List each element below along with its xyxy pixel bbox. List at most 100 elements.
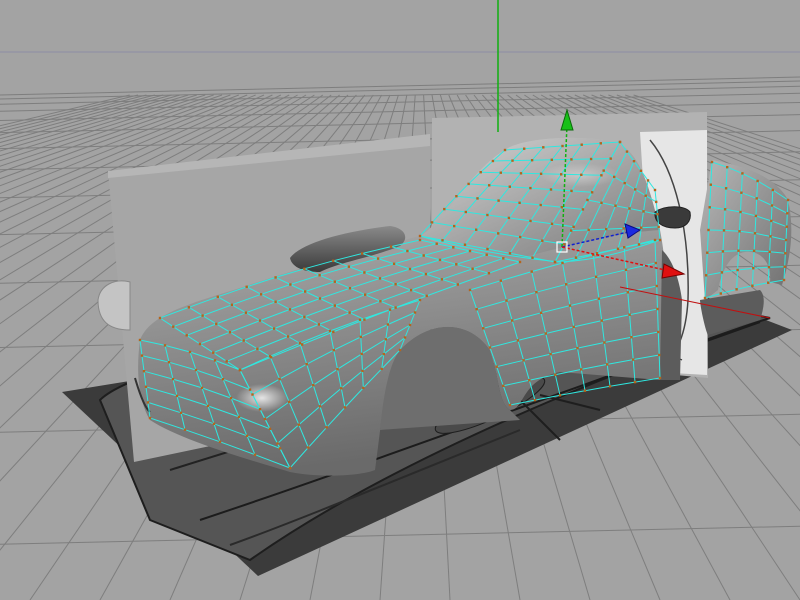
mesh-vertex (185, 334, 188, 337)
mesh-vertex (752, 249, 756, 252)
mesh-vertex (288, 400, 291, 404)
grid-line (0, 525, 800, 545)
mesh-vertex (216, 295, 219, 298)
mesh-vertex (218, 440, 222, 443)
mesh-vertex (539, 172, 543, 175)
mesh-vertex (332, 259, 335, 262)
mesh-vertex (518, 260, 522, 264)
grid-line (0, 76, 800, 96)
mesh-vertex (770, 204, 774, 207)
mesh-vertex (580, 173, 583, 176)
mesh-vertex (769, 235, 772, 238)
mesh-vertex (361, 369, 364, 373)
mesh-vertex (384, 338, 387, 341)
mesh-vertex (770, 219, 773, 223)
mesh-vertex (237, 415, 241, 419)
mesh-vertex (148, 416, 152, 420)
mesh-vertex (708, 206, 711, 209)
mesh-vertex (378, 277, 382, 280)
mesh-vertex (751, 284, 754, 287)
mesh-vertex (508, 252, 512, 255)
mesh-vertex (394, 283, 397, 286)
mesh-vertex (539, 203, 542, 207)
mesh-vertex (333, 304, 336, 307)
mesh-vertex (707, 228, 710, 232)
mesh-vertex (785, 225, 788, 228)
mesh-vertex (268, 355, 272, 358)
mesh-vertex (348, 287, 352, 290)
mesh-vertex (144, 385, 148, 388)
mesh-vertex (771, 188, 774, 192)
mesh-vertex (278, 377, 281, 381)
mesh-vertex (206, 404, 210, 408)
mesh-vertex (581, 208, 585, 211)
mesh-vertex (752, 267, 755, 270)
mesh-vertex (140, 354, 144, 357)
mesh-vertex (238, 368, 242, 372)
mesh-vertex (409, 288, 413, 292)
mesh-vertex (502, 257, 505, 260)
mesh-vertex (343, 406, 347, 409)
mesh-vertex (413, 311, 417, 314)
mesh-vertex (655, 284, 658, 288)
mesh-vertex (441, 239, 444, 242)
mesh-vertex (529, 219, 532, 223)
mesh-vertex (258, 319, 262, 322)
mesh-vertex (259, 293, 263, 296)
mesh-vertex (637, 243, 641, 246)
mesh-vertex (656, 213, 659, 216)
mesh-vertex (603, 341, 606, 344)
mesh-vertex (388, 308, 392, 311)
mesh-vertex (644, 194, 647, 197)
mesh-vertex (710, 160, 714, 164)
mesh-vertex (739, 210, 742, 214)
mesh-vertex (595, 252, 599, 255)
mesh-vertex (561, 144, 564, 148)
mesh-vertex (403, 336, 407, 339)
mesh-vertex (272, 327, 276, 330)
mesh-vertex (741, 172, 744, 175)
mesh-vertex (305, 363, 308, 366)
3d-viewport[interactable] (0, 0, 800, 600)
mesh-vertex (550, 158, 553, 161)
mesh-vertex (705, 274, 708, 277)
mesh-vertex (212, 351, 215, 354)
mesh-vertex (194, 368, 198, 372)
mesh-vertex (479, 171, 482, 174)
mesh-vertex (561, 261, 564, 265)
mesh-vertex (138, 338, 142, 342)
mesh-vertex (549, 352, 552, 356)
viewport-scene[interactable] (0, 0, 800, 600)
mesh-vertex (756, 179, 759, 183)
mesh-vertex (358, 318, 362, 322)
mesh-vertex (482, 327, 485, 330)
mesh-vertex (529, 186, 532, 190)
mesh-vertex (198, 342, 202, 346)
mesh-vertex (600, 174, 603, 177)
mesh-vertex (486, 213, 489, 217)
mesh-vertex (554, 373, 557, 376)
mesh-vertex (253, 453, 257, 456)
mesh-vertex (268, 427, 272, 430)
mesh-vertex (608, 385, 612, 388)
mesh-vertex (623, 181, 626, 185)
mesh-vertex (658, 376, 662, 380)
mesh-vertex (600, 201, 603, 204)
mesh-vertex (703, 296, 707, 300)
mesh-vertex (523, 147, 526, 150)
mesh-vertex (468, 249, 472, 253)
mesh-vertex (563, 243, 566, 246)
mesh-vertex (628, 207, 631, 210)
mesh-vertex (737, 249, 740, 252)
mesh-vertex (508, 403, 512, 407)
mesh-vertex (653, 188, 657, 192)
mesh-vertex (443, 207, 446, 211)
mesh-vertex (600, 319, 603, 322)
mesh-vertex (245, 285, 248, 288)
mesh-vertex (640, 226, 643, 229)
mesh-vertex (229, 396, 233, 400)
mesh-vertex (318, 274, 321, 277)
mesh-vertex (158, 316, 162, 320)
mesh-vertex (502, 384, 505, 387)
mesh-vertex (549, 188, 553, 191)
